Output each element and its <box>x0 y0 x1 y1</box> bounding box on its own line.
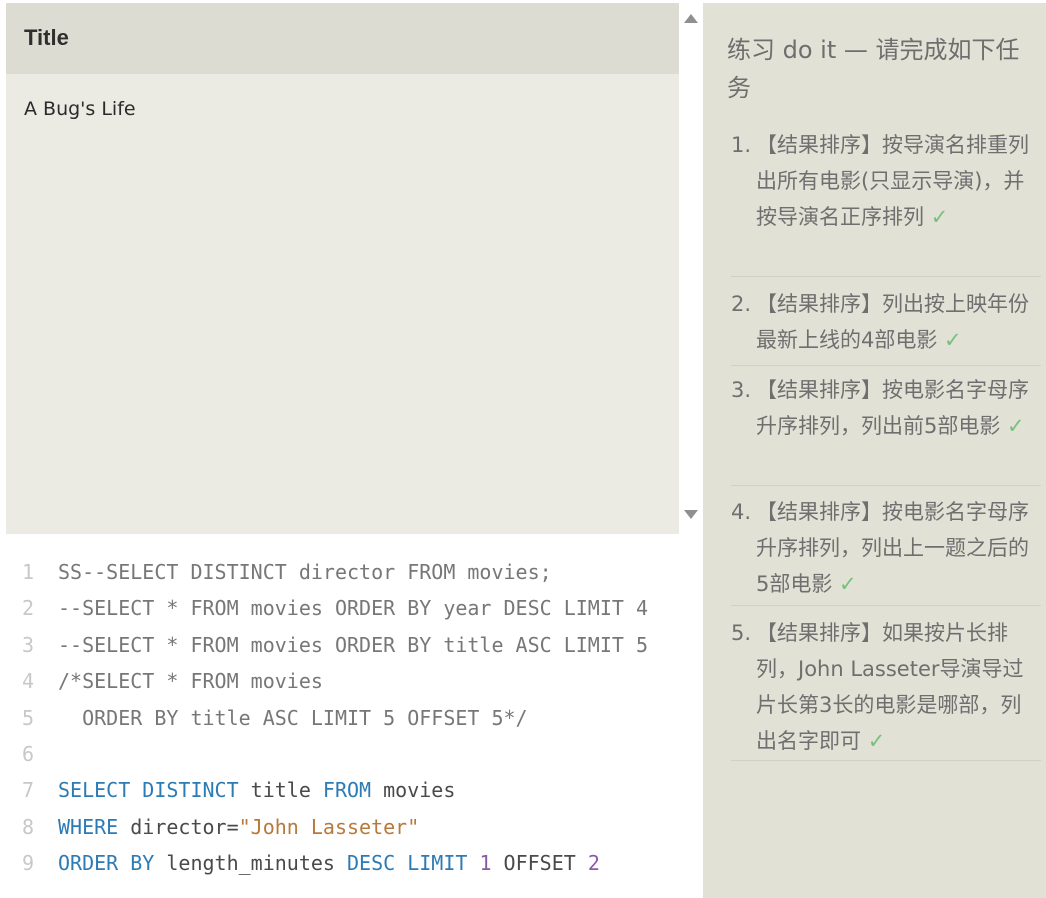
code-token: ORDER BY <box>58 851 155 876</box>
line-number: 1 <box>22 560 35 584</box>
code-line[interactable]: 1 SS--SELECT DISTINCT director FROM movie… <box>6 554 552 590</box>
task-item: 1. 【结果排序】按导演名排重列出所有电影(只显示导演)，并按导演名正序排列 ✓ <box>731 127 1041 277</box>
line-number: 2 <box>22 596 35 621</box>
code-token: movies <box>371 778 456 803</box>
task-panel: 练习 do it — 请完成如下任务 1. 【结果排序】按导演名排重列出所有电影(… <box>703 3 1046 898</box>
table-row: A Bug's Life <box>24 98 136 120</box>
task-number: 1. <box>731 133 752 157</box>
task-number: 4. <box>731 500 752 524</box>
code-token: 1 <box>479 851 492 876</box>
line-number: 7 <box>22 778 35 803</box>
scroll-down-icon[interactable] <box>684 510 698 519</box>
code-line[interactable]: 5 ORDER BY title ASC LIMIT 5 OFFSET 5*/ <box>6 700 528 736</box>
task-number: 5. <box>731 621 752 645</box>
code-line[interactable]: 6 <box>6 736 58 772</box>
code-token: OFFSET <box>491 851 588 876</box>
panel-title: 练习 do it — 请完成如下任务 <box>727 36 1020 102</box>
check-icon: ✓ <box>839 572 857 596</box>
code-token: DESC LIMIT <box>346 851 468 876</box>
sql-editor[interactable]: 1 SS--SELECT DISTINCT director FROM movie… <box>6 534 703 898</box>
check-icon: ✓ <box>1007 414 1025 438</box>
results-table: Title A Bug's Life <box>6 3 703 534</box>
code-token: director= <box>118 814 239 839</box>
code-line[interactable]: 2 --SELECT * FROM movies ORDER BY year DE… <box>6 590 648 626</box>
line-number: 8 <box>22 814 35 839</box>
code-line[interactable]: 7 SELECT DISTINCT title FROM movies <box>6 772 455 808</box>
code-token: length_minutes <box>154 851 347 876</box>
scroll-up-icon[interactable] <box>684 14 698 23</box>
code-token: SELECT DISTINCT <box>58 778 239 803</box>
code-line[interactable]: 8 WHERE director="John Lasseter" <box>6 809 419 845</box>
results-scrollbar[interactable] <box>679 3 703 534</box>
code-line[interactable]: 4 /*SELECT * FROM movies <box>6 663 323 699</box>
check-icon: ✓ <box>930 205 949 229</box>
task-item: 4. 【结果排序】按电影名字母序升序排列，列出上一题之后的5部电影 ✓ <box>731 494 1041 606</box>
code-line[interactable]: 9 ORDER BY length_minutes DESC LIMIT 1 OF… <box>6 845 600 881</box>
code-token: ORDER BY title ASC LIMIT 5 OFFSET 5*/ <box>58 705 528 730</box>
line-number: 3 <box>22 632 35 657</box>
code-token: WHERE <box>58 814 119 839</box>
task-item: 5. 【结果排序】如果按片长排列，John Lasseter导演导过片长第3长的电… <box>731 615 1041 761</box>
line-number: 9 <box>22 851 35 876</box>
line-number: 5 <box>22 705 35 730</box>
code-token: 2 <box>587 851 600 876</box>
line-number: 4 <box>22 669 35 694</box>
task-item: 3. 【结果排序】按电影名字母序升序排列，列出前5部电影 ✓ <box>731 372 1041 486</box>
task-number: 2. <box>731 292 752 316</box>
code-line[interactable]: 3 --SELECT * FROM movies ORDER BY title A… <box>6 627 648 663</box>
code-token: --SELECT * FROM movies ORDER BY year DES… <box>58 596 649 621</box>
code-token: /*SELECT * FROM movies <box>58 669 323 694</box>
task-text: 【结果排序】列出按上映年份最新上线的4部电影 ✓ <box>756 292 1029 352</box>
task-text: 【结果排序】按导演名排重列出所有电影(只显示导演)，并按导演名正序排列 ✓ <box>756 133 1029 229</box>
task-text: 【结果排序】按电影名字母序升序排列，列出前5部电影 ✓ <box>756 378 1029 438</box>
column-header-title[interactable]: Title <box>6 3 679 74</box>
task-text: 【结果排序】如果按片长排列，John Lasseter导演导过片长第3长的电影是… <box>756 621 1024 753</box>
code-token: "John Lasseter" <box>238 814 420 839</box>
code-token: title <box>238 778 323 803</box>
line-number: 6 <box>22 742 35 766</box>
task-item: 2. 【结果排序】列出按上映年份最新上线的4部电影 ✓ <box>731 286 1041 366</box>
check-icon: ✓ <box>944 328 962 352</box>
check-icon: ✓ <box>867 729 886 753</box>
task-number: 3. <box>731 378 752 402</box>
task-text: 【结果排序】按电影名字母序升序排列，列出上一题之后的5部电影 ✓ <box>756 500 1029 596</box>
code-token: SS--SELECT DISTINCT director FROM movies… <box>58 560 552 584</box>
code-token: --SELECT * FROM movies ORDER BY title AS… <box>58 632 649 657</box>
code-token: FROM <box>322 778 372 803</box>
